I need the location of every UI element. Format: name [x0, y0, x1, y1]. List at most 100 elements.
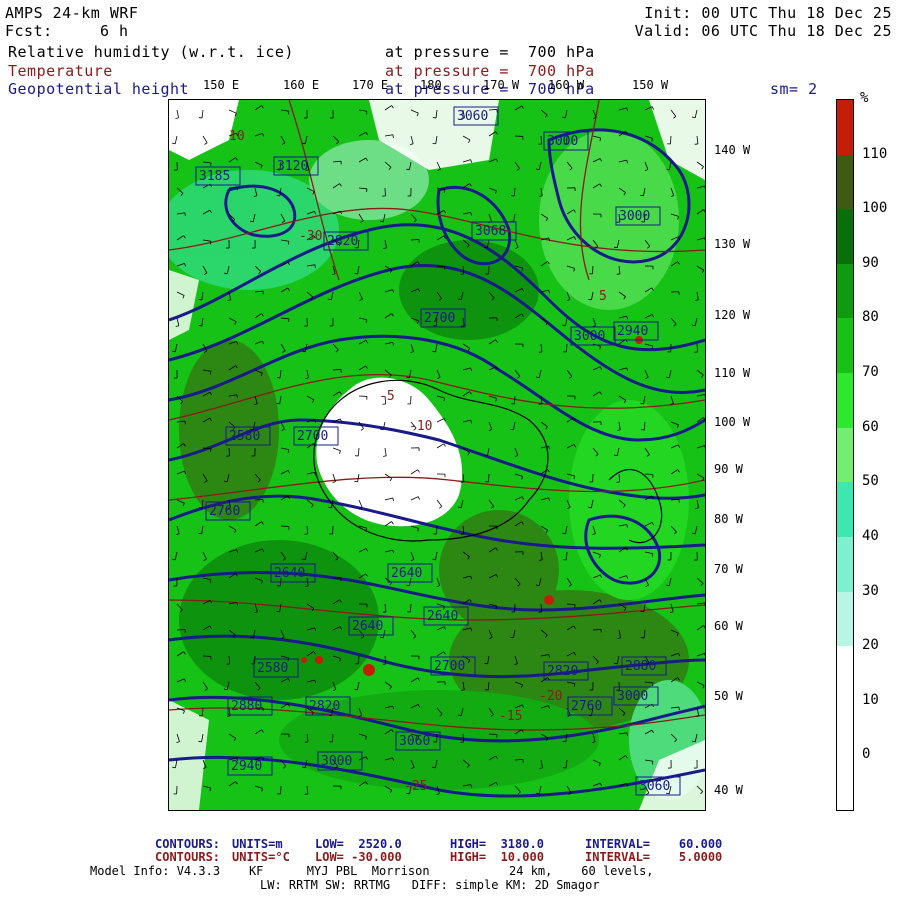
- top-lon-label: 160 W: [548, 78, 585, 92]
- height-contour-label: 2640: [391, 566, 422, 581]
- wind-barb-flag-icon: [354, 480, 358, 483]
- wind-barb-flag-icon: [276, 610, 280, 613]
- temperature-contour-label: -5: [379, 389, 395, 404]
- right-lon-label: 100 W: [714, 415, 751, 429]
- map-plot: 3060 3000 3120 3185 3068 3000 2820 2700 2640 2580…: [169, 100, 705, 810]
- temperature-contour-label: 10: [229, 129, 245, 144]
- wind-barb-icon: [332, 369, 342, 371]
- height-contour-label: 3060: [399, 734, 430, 749]
- temperature-contour-label: 5: [599, 289, 607, 304]
- right-lon-label: 50 W: [714, 689, 743, 703]
- colorbar-segment: [837, 209, 853, 264]
- colorbar-segment: [837, 700, 853, 756]
- height-contour-label: 2820: [327, 234, 358, 249]
- colorbar-level-label: 30: [862, 582, 879, 599]
- height-contour-label: 3060: [639, 779, 670, 794]
- right-lon-label: 80 W: [714, 512, 743, 526]
- height-contour-label: 2580: [257, 661, 288, 676]
- top-lon-label: 170 W: [483, 78, 520, 92]
- wind-barb-flag-icon: [617, 429, 621, 431]
- height-contour-label: 3060: [457, 109, 488, 124]
- smoothing-label: sm= 2: [770, 80, 818, 98]
- colorbar-level-label: 20: [862, 637, 879, 654]
- init-time: Init: 00 UTC Thu 18 Dec 25: [644, 4, 892, 22]
- wind-barb-flag-icon: [461, 689, 465, 691]
- valid-time: Valid: 06 UTC Thu 18 Dec 25: [634, 22, 892, 40]
- right-lon-label: 140 W: [714, 143, 751, 157]
- wind-barb-icon: [644, 473, 654, 475]
- field-rh-name: Relative humidity (w.r.t. ice): [8, 43, 294, 61]
- wind-barb-flag-icon: [432, 142, 436, 145]
- colorbar-level-label: 60: [862, 418, 879, 435]
- right-lon-label: 110 W: [714, 366, 751, 380]
- right-lon-label: 40 W: [714, 783, 743, 797]
- right-lon-label: 60 W: [714, 619, 743, 633]
- field-height-name: Geopotential height: [8, 80, 190, 98]
- wind-barb-flag-icon: [276, 402, 280, 405]
- wind-barb-flag-icon: [314, 264, 316, 268]
- footer-model-info: Model Info: V4.3.3 KF MYJ PBL Morrison 2…: [90, 864, 654, 878]
- colorbar-segment: [837, 100, 853, 155]
- height-contour-label: 3000: [574, 329, 605, 344]
- temperature-contour-label: -15: [499, 709, 522, 724]
- wind-barb-icon: [410, 239, 420, 241]
- model-title: AMPS 24-km WRF: [5, 4, 139, 22]
- wind-barb-flag-icon: [392, 134, 394, 138]
- colorbar: [836, 99, 854, 811]
- temperature-contour-label: -30: [299, 229, 322, 244]
- colorbar-level-label: 70: [862, 364, 879, 381]
- field-temp-name: Temperature: [8, 62, 113, 80]
- top-lon-label: 170 E: [352, 78, 389, 92]
- colorbar-segment: [837, 646, 853, 701]
- height-contour-label: 3000: [617, 689, 648, 704]
- wind-barb-icon: [176, 629, 186, 631]
- height-contour-label: 2640: [274, 566, 305, 581]
- wind-barb-icon: [488, 109, 498, 111]
- top-lon-label: 150 E: [203, 78, 240, 92]
- footer-temp-high: HIGH= 10.000: [450, 850, 544, 864]
- wind-barb-flag-icon: [236, 394, 238, 398]
- right-lon-label: 120 W: [714, 308, 751, 322]
- top-lon-label: 160 E: [283, 78, 320, 92]
- top-lon-label: 180: [420, 78, 442, 92]
- wind-barb-flag-icon: [640, 402, 644, 405]
- field-rh-level: at pressure = 700 hPa: [385, 43, 595, 61]
- colorbar-segment: [837, 263, 853, 319]
- height-contour-label: 2640: [352, 619, 383, 634]
- wind-barb-icon: [254, 499, 264, 501]
- wind-barb-icon: [670, 135, 672, 145]
- colorbar-unit: %: [860, 90, 869, 106]
- right-lon-label: 90 W: [714, 462, 743, 476]
- top-lon-label: 150 W: [632, 78, 669, 92]
- wind-barb-flag-icon: [484, 662, 488, 665]
- height-contour-label: 2820: [309, 699, 340, 714]
- colorbar-level-label: 50: [862, 473, 879, 490]
- wind-barb-icon: [514, 395, 516, 405]
- height-contour-label: 2940: [617, 324, 648, 339]
- footer-temp-low: LOW= -30.000: [315, 850, 402, 864]
- footer-temp-label: CONTOURS:: [155, 850, 221, 864]
- wind-barb-flag-icon: [365, 111, 368, 115]
- height-contour-label: 3000: [547, 134, 578, 149]
- height-contour-label: 2700: [434, 659, 465, 674]
- temperature-contour-label: -20: [539, 689, 562, 704]
- wind-barb-flag-icon: [432, 350, 436, 353]
- height-contour-label: 3000: [321, 754, 352, 769]
- footer-physics-info: LW: RRTM SW: RRTMG DIFF: simple KM: 2D S…: [260, 878, 600, 892]
- colorbar-level-label: 90: [862, 254, 879, 271]
- footer-temp-interval: INTERVAL= 5.0000: [585, 850, 723, 864]
- wind-barb-flag-icon: [354, 272, 358, 275]
- height-contour-label: 3120: [277, 159, 308, 174]
- wind-barb-icon: [358, 655, 360, 665]
- height-contour-label: 2700: [297, 429, 328, 444]
- height-contour-label: 2940: [231, 759, 262, 774]
- right-lon-label: 70 W: [714, 562, 743, 576]
- fcst-value: 6 h: [100, 22, 129, 40]
- wind-barb-flag-icon: [539, 559, 543, 561]
- wind-barb-flag-icon: [209, 371, 212, 375]
- colorbar-level-label: 0: [862, 746, 871, 763]
- height-contour-label: 2760: [571, 699, 602, 714]
- temperature-contour-label: -10: [409, 419, 432, 434]
- wind-barb-flag-icon: [695, 299, 699, 301]
- height-contour-label: 2580: [229, 429, 260, 444]
